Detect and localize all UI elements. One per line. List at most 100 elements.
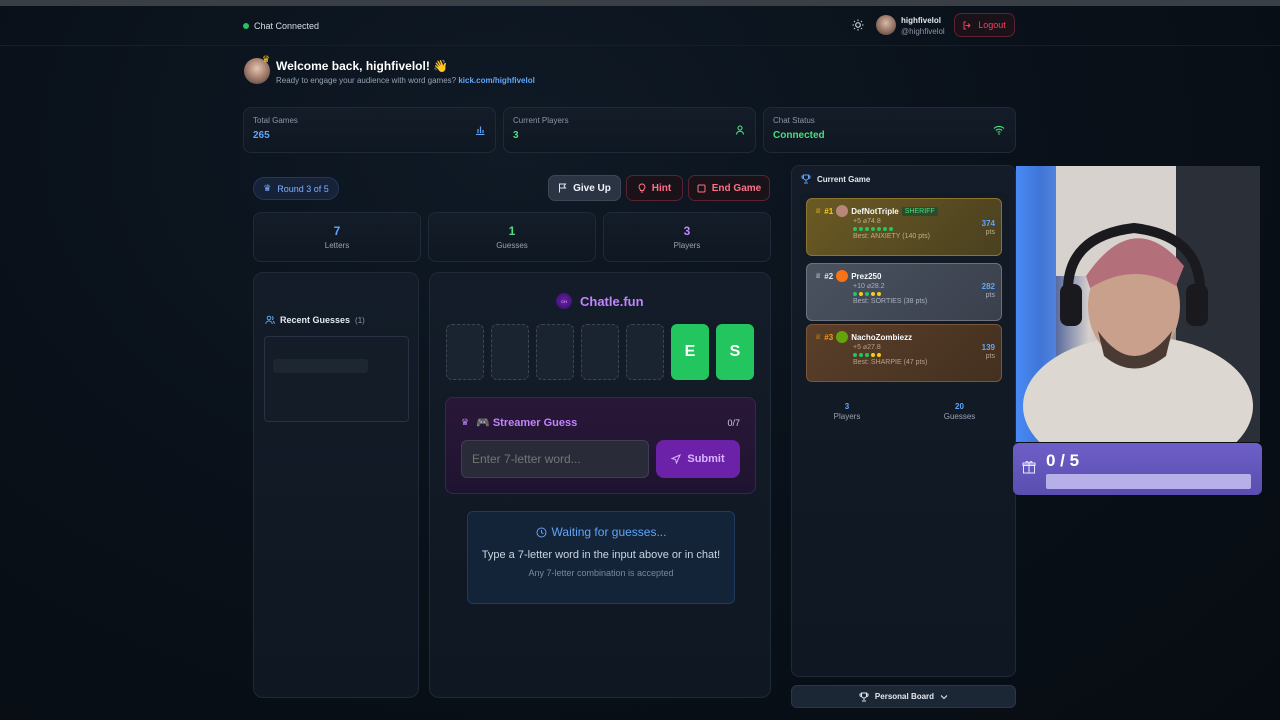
gift-goal-progress-track: [1046, 474, 1251, 489]
stat-value: 265: [253, 130, 270, 141]
send-icon: [671, 454, 682, 464]
crown-icon: ♛: [263, 183, 272, 193]
player-avatar: [836, 331, 849, 343]
personal-board-label: Personal Board: [874, 692, 935, 701]
player-avatar: [836, 205, 849, 217]
top-bar: [0, 6, 1280, 46]
letter-tile: [581, 324, 619, 380]
user-avatar[interactable]: [876, 15, 896, 35]
stop-square-icon: [697, 184, 706, 193]
player-guess-dots: [853, 227, 993, 231]
player-guess-dots: [853, 292, 993, 296]
player-badge: SHERIFF: [901, 206, 938, 216]
recent-guess-entry: [264, 336, 409, 422]
leaderboard-row[interactable]: ♕ #3 NachoZombiezz +5 ⌀27.8 Best: SHARPI…: [806, 324, 1002, 382]
waiting-panel: Waiting for guesses... Type a 7-letter w…: [467, 511, 735, 604]
current-game-header: Current Game: [801, 174, 870, 184]
letter-tile: [536, 324, 574, 380]
lightbulb-icon: [638, 183, 646, 193]
user-icon: [735, 125, 745, 135]
trophy-icon: ♕: [815, 334, 822, 341]
letter-tile-correct: S: [716, 324, 754, 380]
streamer-guess-title: 🎮 Streamer Guess: [476, 417, 578, 429]
username: highfivelol: [901, 16, 941, 25]
points-value: 139: [981, 343, 995, 352]
recent-guesses-count: (1): [355, 315, 365, 325]
player-points: 139 pts: [982, 343, 995, 361]
summary-label: Players: [833, 412, 861, 421]
guess-input[interactable]: [461, 440, 649, 478]
player-stats: +5 ⌀74.8: [853, 218, 881, 225]
end-game-label: End Game: [711, 182, 762, 194]
user-handle: @highfivelol: [901, 27, 945, 36]
trophy-icon: [801, 174, 811, 184]
points-label: pts: [985, 229, 995, 236]
player-avatar: [836, 270, 849, 282]
theme-toggle-icon[interactable]: [852, 19, 864, 31]
counter-value: 7: [333, 224, 341, 238]
player-best: Best: SHARPIE (47 pts): [853, 359, 928, 366]
player-stats: +10 ⌀28.2: [853, 283, 885, 290]
chatle-logo-icon: CH: [556, 293, 572, 309]
wifi-icon: [993, 125, 1005, 135]
brand-title: Chatle.fun: [580, 293, 644, 309]
give-up-button[interactable]: Give Up: [548, 175, 621, 201]
stat-value: 3: [513, 130, 519, 141]
waiting-header: Waiting for guesses...: [468, 525, 734, 539]
end-game-button[interactable]: End Game: [688, 175, 770, 201]
stat-label: Current Players: [513, 116, 569, 125]
player-rank: #2: [824, 271, 834, 281]
streamer-guess-panel: ♛ 🎮 Streamer Guess 0/7 Submit: [445, 397, 756, 494]
letters-counter: 7 Letters: [253, 212, 421, 262]
welcome-title: Welcome back, highfivelol! 👋: [276, 59, 449, 73]
recent-guesses-title: Recent Guesses: [280, 315, 351, 325]
trophy-icon: ♕: [815, 273, 822, 280]
round-badge: ♛ Round 3 of 5: [253, 177, 339, 200]
game-board: CH Chatle.fun E S ♛ 🎮 Streamer Guess 0/7…: [429, 272, 771, 698]
player-points: 282 pts: [982, 282, 995, 300]
summary-value: 20: [955, 402, 964, 411]
brand-header: CH Chatle.fun: [556, 293, 644, 309]
hint-label: Hint: [651, 182, 672, 194]
stat-label: Chat Status: [773, 116, 815, 125]
users-icon: [265, 315, 275, 325]
guesses-counter: 1 Guesses: [428, 212, 596, 262]
waiting-title: Waiting for guesses...: [551, 525, 667, 539]
webcam-feed: [1016, 166, 1260, 442]
status-dot: [243, 23, 249, 29]
player-name: Prez250: [851, 271, 882, 281]
logout-icon: [963, 21, 972, 30]
player-best: Best: ANXIETY (140 pts): [853, 233, 930, 240]
welcome-subtitle: Ready to engage your audience with word …: [276, 76, 535, 85]
clock-icon: [536, 527, 547, 538]
gift-goal-overlay: 0 / 5: [1013, 443, 1262, 495]
letter-tile-correct: E: [671, 324, 709, 380]
letter-tile: [626, 324, 664, 380]
recent-guesses-panel: Recent Guesses (1): [253, 272, 419, 698]
player-rank: #3: [824, 332, 834, 342]
player-name: DefNotTriple: [851, 206, 899, 216]
leaderboard-row[interactable]: ♕ #2 Prez250 +10 ⌀28.2 Best: SORTIES (38…: [806, 263, 1002, 321]
channel-link[interactable]: kick.com/highfivelol: [458, 76, 534, 85]
hint-button[interactable]: Hint: [626, 175, 683, 201]
stat-card-current-players: Current Players 3: [503, 107, 756, 153]
gift-goal-count: 0 / 5: [1046, 451, 1080, 470]
trophy-icon: [859, 692, 869, 702]
waiting-text: Type a 7-letter word in the input above …: [481, 549, 721, 561]
welcome-subtitle-text: Ready to engage your audience with word …: [276, 76, 457, 85]
gift-icon: [1022, 460, 1036, 474]
player-header: ♕ #1 DefNotTriple SHERIFF: [815, 205, 993, 217]
player-points: 374 pts: [982, 219, 995, 237]
crown-icon: ♛: [262, 54, 271, 64]
round-label: Round 3 of 5: [277, 183, 329, 194]
streamer-guess-header: ♛ 🎮 Streamer Guess: [461, 416, 577, 429]
stat-card-chat-status: Chat Status Connected: [763, 107, 1016, 153]
logout-button[interactable]: Logout: [954, 13, 1015, 37]
leaderboard-row[interactable]: ♕ #1 DefNotTriple SHERIFF +5 ⌀74.8 Best:…: [806, 198, 1002, 256]
current-game-title: Current Game: [817, 174, 871, 184]
crown-icon: ♛: [461, 417, 470, 427]
submit-button[interactable]: Submit: [656, 440, 740, 478]
player-rank: #1: [824, 206, 834, 216]
stat-value: Connected: [773, 130, 825, 141]
personal-board-toggle[interactable]: Personal Board: [791, 685, 1016, 708]
